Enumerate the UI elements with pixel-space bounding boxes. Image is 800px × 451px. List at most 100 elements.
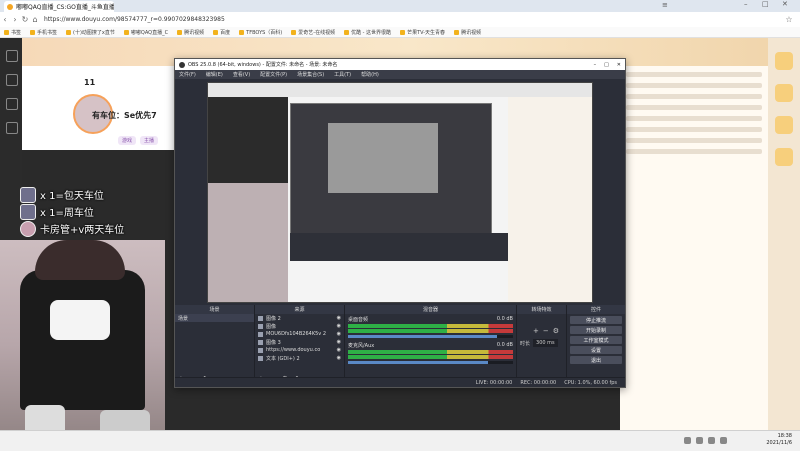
obs-menu-item[interactable]: 查看(V) [233,71,250,78]
scene-item[interactable]: 场景 [175,314,254,322]
back-icon[interactable]: ‹ [0,15,10,24]
bookmark-item[interactable]: 优酷 - 这世界很酷 [344,29,391,36]
nav-category-icon[interactable] [6,98,18,110]
source-type-icon [258,331,263,337]
minimize-icon[interactable]: – [744,0,748,8]
bookmark-item[interactable]: (十)动图撩了x直节 [66,29,115,36]
mixer-dock: 混音器 桌面音频 0.0 dB 麦克风/Aux 0.0 dB [345,305,517,387]
obs-close-icon[interactable]: ✕ [617,62,621,68]
star-icon[interactable]: ☆ [784,15,794,24]
obs-menu-item[interactable]: 配置文件(P) [260,71,287,78]
obs-window: OBS 25.0.8 (64-bit, windows) - 配置文件: 未命名… [174,58,626,388]
source-item[interactable]: 图像 2 ◉ [255,314,344,322]
mixer-channel: 麦克风/Aux 0.0 dB [345,340,516,366]
obs-title: OBS 25.0.8 (64-bit, windows) - 配置文件: 未命名… [188,62,338,68]
bookmark-icon [177,29,183,35]
obs-minimize-icon[interactable]: – [594,62,597,68]
obs-menu-item[interactable]: 编辑(E) [206,71,223,78]
visibility-eye-icon[interactable]: ◉ [337,347,341,353]
control-button[interactable]: 开始录制 [570,326,622,334]
add-transition-icon[interactable]: + [533,327,539,335]
source-item[interactable]: 文本 (GDI+) 2 ◉ [255,354,344,362]
network-icon[interactable] [708,437,715,444]
source-item[interactable]: MOU6Dfs104B264K5v 2 ◉ [255,330,344,338]
activity-icon[interactable] [775,116,793,134]
visibility-eye-icon[interactable]: ◉ [337,331,341,337]
bookmark-icon [400,29,406,35]
bookmark-icon [30,29,36,35]
url-field[interactable]: https://www.douyu.com/98574777_r=0.99070… [44,15,784,25]
browser-tab-bar: 嘟嘟QAQ直播_CS:GO直播_斗鱼直播 × ≡ – □ ✕ [0,0,800,12]
obs-maximize-icon[interactable]: □ [604,62,609,68]
bookmark-item[interactable]: 百度 [213,29,230,36]
bookmark-icon [123,29,129,35]
duration-input[interactable]: 300 ms [533,339,558,347]
refresh-icon[interactable]: ↻ [20,15,30,24]
close-window-icon[interactable]: ✕ [782,0,788,8]
mixer-channel: 桌面音频 0.0 dB [345,314,516,340]
forward-icon[interactable]: › [10,15,20,24]
bookmark-item[interactable]: 嘟嘟QAQ直播_C [123,29,168,36]
overlay-line: x 1=包天车位 [20,186,170,203]
activity-icon[interactable] [775,148,793,166]
system-clock[interactable]: 18:38 2021/11/6 [766,433,792,447]
source-item[interactable]: 图像 3 ◉ [255,338,344,346]
volume-slider[interactable] [348,361,513,364]
room-tag[interactable]: 游戏 [118,136,137,145]
activity-icon[interactable] [775,84,793,102]
obs-preview[interactable] [207,82,593,303]
source-type-icon [258,315,263,321]
bookmark-item[interactable]: TFBOYS（百科) [239,29,282,36]
nav-home-icon[interactable] [6,50,18,62]
bookmark-icon [239,29,245,35]
obs-menu-item[interactable]: 场景集合(S) [297,71,324,78]
bookmarks-bar: 书签 手机书签 (十)动图撩了x直节 嘟嘟QAQ直播_C 腾讯视频 百度 TFBOYS（百科… [0,27,800,38]
source-item[interactable]: https://www.douyu.co ◉ [255,346,344,354]
address-bar: ‹ › ↻ ⌂ https://www.douyu.com/98574777_r… [0,12,800,28]
nav-video-icon[interactable] [6,122,18,134]
control-button[interactable]: 停止推流 [570,316,622,324]
control-button[interactable]: 设置 [570,346,622,354]
activity-icon[interactable] [775,52,793,70]
source-type-icon [258,339,263,345]
visibility-eye-icon[interactable]: ◉ [337,355,341,361]
clock-date: 2021/11/6 [766,440,792,446]
menu-icon[interactable]: ≡ [662,1,668,9]
volume-icon[interactable] [720,437,727,444]
visibility-eye-icon[interactable]: ◉ [337,323,341,329]
obs-menu-item[interactable]: 帮助(H) [361,71,379,78]
browser-tab[interactable]: 嘟嘟QAQ直播_CS:GO直播_斗鱼直播 × [4,1,114,12]
scenes-dock-title: 场景 [175,305,254,314]
mixer-dock-title: 混音器 [345,305,516,314]
camera-feed [0,240,165,450]
bookmark-item[interactable]: 书签 [4,29,21,36]
bookmark-item[interactable]: 手机书签 [30,29,57,36]
audio-meter [348,324,513,328]
maximize-icon[interactable]: □ [762,0,769,8]
tray-icon[interactable] [684,437,691,444]
remove-transition-icon[interactable]: − [543,327,549,335]
source-type-icon [258,347,263,353]
douyu-favicon-icon [7,3,13,10]
room-tag[interactable]: 主播 [140,136,159,145]
source-item[interactable]: 图像 ◉ [255,322,344,330]
nav-live-icon[interactable] [6,74,18,86]
bookmark-icon [213,29,219,35]
obs-logo-icon [179,61,185,68]
duration-label: 时长 [520,340,531,347]
visibility-eye-icon[interactable]: ◉ [337,315,341,321]
control-button[interactable]: 退出 [570,356,622,364]
bookmark-item[interactable]: 腾讯视频 [177,29,204,36]
bookmark-item[interactable]: 腾讯视频 [454,29,481,36]
volume-slider[interactable] [348,335,513,338]
tray-icon[interactable] [696,437,703,444]
home-icon[interactable]: ⌂ [30,15,40,24]
bookmark-item[interactable]: 爱奇艺-在线视频 [291,29,335,36]
obs-menu-item[interactable]: 工具(T) [334,71,351,78]
control-button[interactable]: 工作室模式 [570,336,622,344]
transition-settings-icon[interactable]: ⚙ [553,327,559,335]
visibility-eye-icon[interactable]: ◉ [337,339,341,345]
obs-menu-item[interactable]: 文件(F) [179,71,196,78]
anchor-level: 11 [84,78,96,87]
bookmark-item[interactable]: 芒果TV-天生青春 [400,29,445,36]
